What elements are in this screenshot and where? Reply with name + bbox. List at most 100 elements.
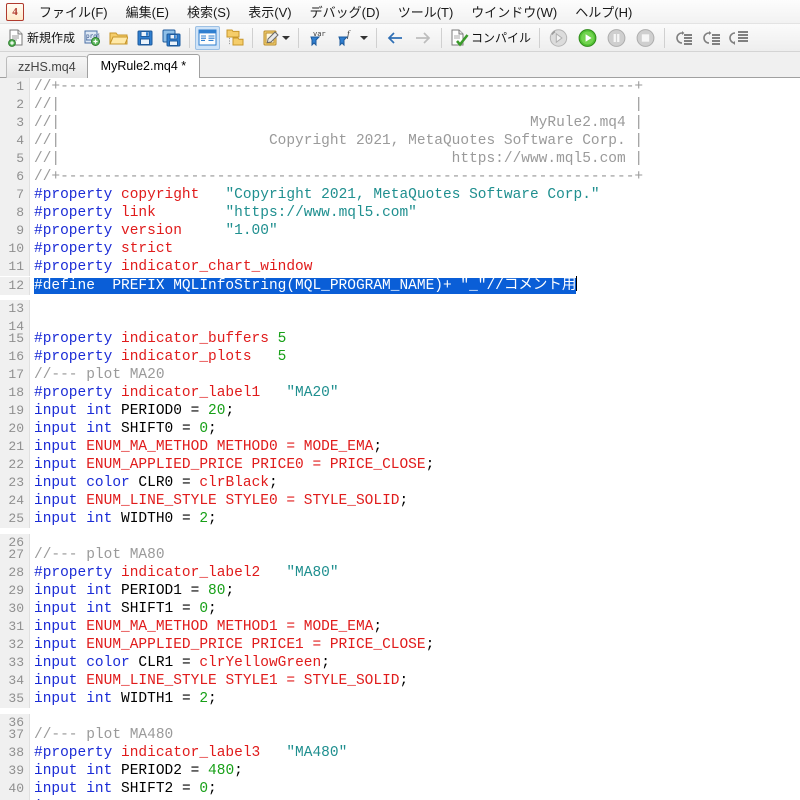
code-line[interactable]: 25 input int WIDTH0 = 2; — [0, 510, 800, 528]
code-line-text[interactable]: input int PERIOD0 = 20; — [30, 402, 234, 420]
tab-myrule2[interactable]: MyRule2.mq4 * — [86, 54, 201, 78]
code-line[interactable]: 6//+------------------------------------… — [0, 168, 800, 186]
code-line-text[interactable]: //--- plot MA480 — [30, 726, 173, 744]
navigator-toggle-button[interactable] — [195, 25, 221, 50]
code-line-text[interactable]: #property strict — [30, 240, 173, 258]
menu-tools[interactable]: ツール(T) — [389, 0, 463, 23]
code-line[interactable]: 36 — [0, 708, 800, 732]
code-line[interactable]: 4//| Copyright 2021, MetaQuotes Software… — [0, 132, 800, 150]
code-line[interactable]: 28 #property indicator_label2 "MA80" — [0, 564, 800, 582]
code-line[interactable]: 40 input int SHIFT2 = 0; — [0, 780, 800, 798]
code-line-text[interactable]: #property indicator_buffers 5 — [30, 330, 286, 348]
code-line-text[interactable]: #property indicator_label2 "MA80" — [30, 564, 339, 582]
code-line[interactable]: 26 — [0, 528, 800, 552]
run-button[interactable] — [574, 26, 601, 50]
save-all-button[interactable] — [159, 26, 184, 50]
code-line[interactable]: 8 #property link "https://www.mql5.com" — [0, 204, 800, 222]
code-line[interactable]: 10 #property strict — [0, 240, 800, 258]
code-line-text[interactable]: input ENUM_MA_METHOD METHOD1 = MODE_EMA; — [30, 618, 382, 636]
insert-function-button[interactable]: f — [334, 26, 371, 50]
code-line[interactable]: 24 input ENUM_LINE_STYLE STYLE0 = STYLE_S… — [0, 492, 800, 510]
menu-window[interactable]: ウインドウ(W) — [462, 0, 566, 23]
code-line[interactable]: 30 input int SHIFT1 = 0; — [0, 600, 800, 618]
code-line-text[interactable]: #property version "1.00" — [30, 222, 278, 240]
code-line[interactable]: 16 #property indicator_plots 5 — [0, 348, 800, 366]
code-line-text[interactable]: //| | — [30, 96, 643, 114]
debug-history-button[interactable] — [545, 26, 572, 50]
code-line-text[interactable]: input color CLR0 = clrBlack; — [30, 474, 278, 492]
code-line[interactable]: 7 #property copyright "Copyright 2021, Me… — [0, 186, 800, 204]
code-line-text[interactable]: //--- plot MA20 — [30, 366, 165, 384]
code-line[interactable]: 5//| https://www.mql5.com | — [0, 150, 800, 168]
code-line-text[interactable]: #define PREFIX MQLInfoString(MQL_PROGRAM… — [30, 276, 578, 294]
step-out-button[interactable] — [726, 26, 752, 50]
code-line[interactable]: 32 input ENUM_APPLIED_PRICE PRICE1 = PRIC… — [0, 636, 800, 654]
stop-button[interactable] — [632, 26, 659, 50]
code-line[interactable]: 23 input color CLR0 = clrBlack; — [0, 474, 800, 492]
code-line[interactable]: 14 — [0, 312, 800, 336]
code-line[interactable]: 35 input int WIDTH1 = 2; — [0, 690, 800, 708]
code-editor[interactable]: 1//+------------------------------------… — [0, 78, 800, 800]
code-area[interactable]: 1//+------------------------------------… — [0, 78, 800, 800]
code-line-text[interactable]: //+-------------------------------------… — [30, 78, 643, 96]
code-line[interactable]: 12 #define PREFIX MQLInfoString(MQL_PROGR… — [0, 276, 800, 295]
chevron-down-icon[interactable] — [282, 35, 291, 40]
code-line-text[interactable]: #property indicator_label3 "MA480" — [30, 744, 347, 762]
code-line[interactable]: 38 #property indicator_label3 "MA480" — [0, 744, 800, 762]
code-line[interactable]: 2//| | — [0, 96, 800, 114]
back-button[interactable] — [382, 26, 408, 50]
code-line[interactable]: 39 input int PERIOD2 = 480; — [0, 762, 800, 780]
selected-text[interactable]: #define PREFIX MQLInfoString(MQL_PROGRAM… — [34, 278, 577, 294]
code-line-text[interactable]: input int WIDTH1 = 2; — [30, 690, 217, 708]
code-line[interactable]: 9 #property version "1.00" — [0, 222, 800, 240]
code-line[interactable]: 15 #property indicator_buffers 5 — [0, 330, 800, 348]
code-line-text[interactable]: //| https://www.mql5.com | — [30, 150, 643, 168]
code-line-text[interactable]: //| MyRule2.mq4 | — [30, 114, 643, 132]
save-button[interactable] — [133, 26, 157, 50]
code-line[interactable]: 31 input ENUM_MA_METHOD METHOD1 = MODE_EM… — [0, 618, 800, 636]
code-line-text[interactable]: input int PERIOD2 = 480; — [30, 762, 243, 780]
code-line-text[interactable]: input int SHIFT0 = 0; — [30, 420, 217, 438]
forward-button[interactable] — [410, 26, 436, 50]
code-lines[interactable]: 1//+------------------------------------… — [0, 78, 800, 800]
menu-edit[interactable]: 編集(E) — [117, 0, 178, 23]
code-line-text[interactable]: input int WIDTH0 = 2; — [30, 510, 217, 528]
code-line-text[interactable]: input color CLR1 = clrYellowGreen; — [30, 654, 330, 672]
new-file-button[interactable]: 新規作成 — [4, 26, 78, 50]
code-line-text[interactable]: //| Copyright 2021, MetaQuotes Software … — [30, 132, 643, 150]
code-line[interactable]: 27//--- plot MA80 — [0, 546, 800, 564]
step-over-button[interactable] — [698, 26, 724, 50]
menu-file[interactable]: ファイル(F) — [30, 0, 117, 23]
code-line[interactable]: 11 #property indicator_chart_window — [0, 258, 800, 276]
code-line-text[interactable] — [30, 312, 34, 330]
properties-button[interactable] — [258, 26, 293, 50]
open-button[interactable] — [106, 26, 131, 50]
menu-debug[interactable]: デバッグ(D) — [301, 0, 389, 23]
code-line-text[interactable]: #property indicator_label1 "MA20" — [30, 384, 339, 402]
tab-zzhs[interactable]: zzHS.mq4 — [6, 56, 88, 78]
code-line-text[interactable]: #property link "https://www.mql5.com" — [30, 204, 417, 222]
code-line[interactable]: 22 input ENUM_APPLIED_PRICE PRICE0 = PRIC… — [0, 456, 800, 474]
compile-button[interactable]: コンパイル — [447, 26, 534, 50]
code-line-text[interactable]: input ENUM_MA_METHOD METHOD0 = MODE_EMA; — [30, 438, 382, 456]
code-line[interactable]: 37//--- plot MA480 — [0, 726, 800, 744]
new-project-button[interactable]: proj — [80, 26, 104, 50]
code-line-text[interactable]: input int SHIFT2 = 0; — [30, 780, 217, 798]
pause-button[interactable] — [603, 26, 630, 50]
code-line-text[interactable]: input int SHIFT1 = 0; — [30, 600, 217, 618]
code-line-text[interactable] — [30, 708, 34, 726]
code-line-text[interactable]: #property indicator_chart_window — [30, 258, 312, 276]
code-line-text[interactable] — [30, 528, 34, 546]
code-line-text[interactable]: input int PERIOD1 = 80; — [30, 582, 234, 600]
code-line[interactable]: 3//| MyRule2.mq4 | — [0, 114, 800, 132]
code-line[interactable]: 13 — [0, 294, 800, 318]
code-line-text[interactable]: //--- plot MA80 — [30, 546, 165, 564]
code-line[interactable]: 29 input int PERIOD1 = 80; — [0, 582, 800, 600]
code-line[interactable]: 20 input int SHIFT0 = 0; — [0, 420, 800, 438]
code-line-text[interactable]: #property indicator_plots 5 — [30, 348, 286, 366]
menu-search[interactable]: 検索(S) — [178, 0, 239, 23]
code-line-text[interactable]: input ENUM_APPLIED_PRICE PRICE0 = PRICE_… — [30, 456, 434, 474]
code-line-text[interactable]: #property copyright "Copyright 2021, Met… — [30, 186, 600, 204]
insert-variable-button[interactable]: var — [304, 26, 332, 50]
code-line[interactable]: 1//+------------------------------------… — [0, 78, 800, 96]
